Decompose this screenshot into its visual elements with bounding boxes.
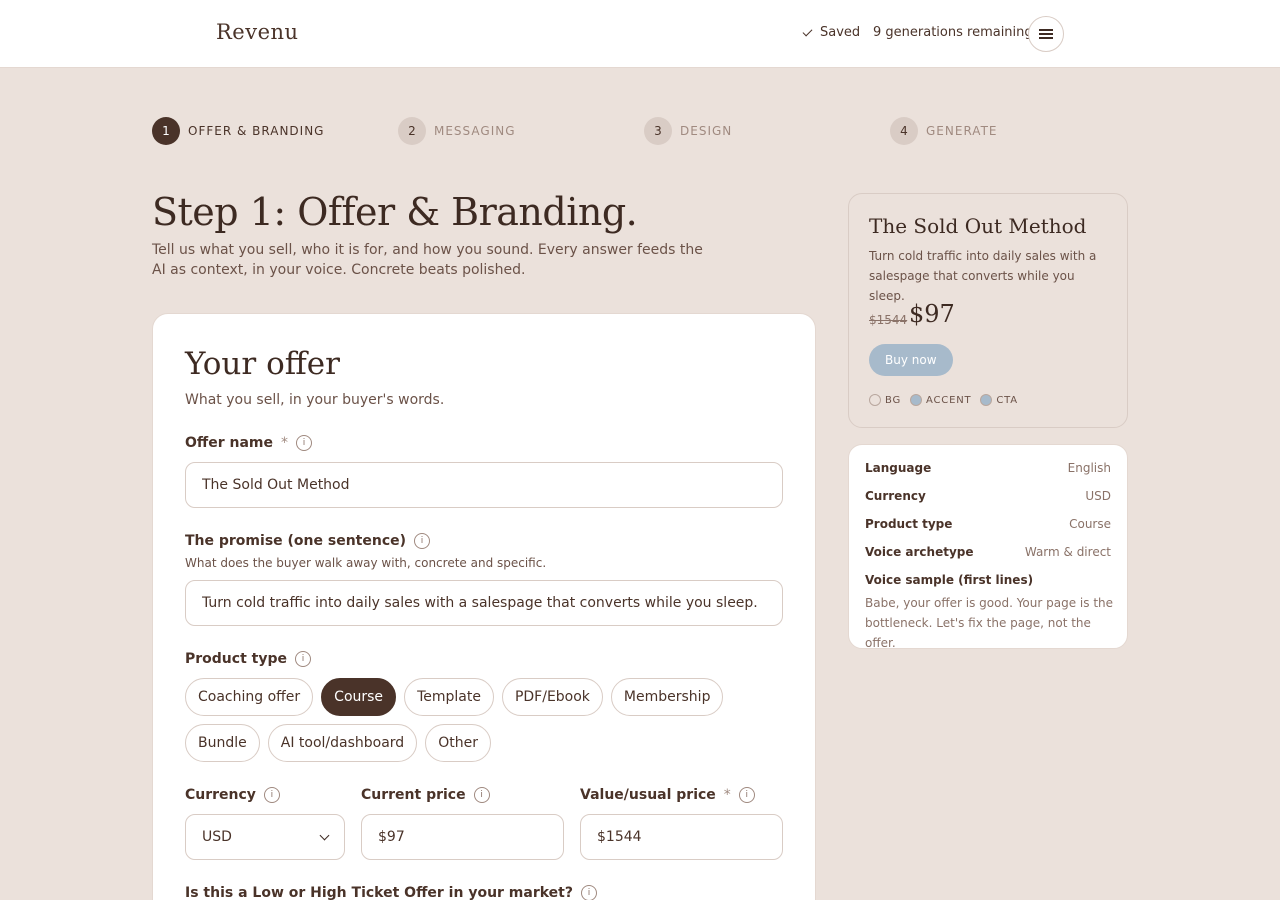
step-number: 3 [644, 117, 672, 145]
label-text: Is this a Low or High Ticket Offer in yo… [185, 885, 573, 900]
swatch-bg[interactable]: BG [869, 394, 901, 406]
info-icon[interactable]: i [414, 533, 431, 549]
chip-course[interactable]: Course [321, 678, 397, 716]
step-design[interactable]: 3 DESIGN [644, 117, 732, 145]
info-icon[interactable]: i [473, 787, 490, 803]
info-icon[interactable]: i [296, 435, 313, 451]
chip-other[interactable]: Other [425, 724, 491, 762]
current-price-input[interactable] [361, 814, 564, 860]
summary-value: USD [1085, 489, 1111, 503]
generations-remaining: 9 generations remaining [873, 25, 1033, 40]
swatch-accent[interactable]: ACCENT [910, 394, 971, 406]
swatch-dot [980, 394, 993, 406]
preview-old-price: $1544 [869, 313, 908, 327]
summary-value: English [1067, 461, 1111, 475]
offer-card-title: Your offer [185, 346, 340, 382]
summary-key: Product type [865, 517, 953, 531]
ticket-level-label: Is this a Low or High Ticket Offer in yo… [185, 885, 597, 900]
offer-summary-card: Language English Currency USD Product ty… [848, 444, 1128, 650]
swatch-label: BG [885, 394, 902, 406]
step-label: OFFER & BRANDING [188, 124, 325, 138]
step-number: 2 [398, 117, 426, 145]
summary-row-language: Language English [865, 461, 1111, 475]
preview-title: The Sold Out Method [869, 214, 1087, 238]
value-price-label: Value/usual price * i [580, 787, 755, 803]
current-price-label: Current price i [361, 787, 490, 803]
offer-name-input[interactable] [185, 462, 783, 508]
summary-value: Course [1069, 517, 1111, 531]
info-icon[interactable]: i [294, 651, 311, 667]
currency-label: Currency i [185, 787, 280, 803]
page-lead: Tell us what you sell, who it is for, an… [152, 242, 703, 278]
info-icon[interactable]: i [581, 885, 597, 900]
product-type-options: Coaching offer Course Template PDF/Ebook… [185, 678, 785, 762]
promise-input[interactable] [185, 580, 783, 626]
step-offer-branding[interactable]: 1 OFFER & BRANDING [152, 117, 324, 145]
summary-row-currency: Currency USD [865, 489, 1111, 503]
voice-sample-text: Babe, your offer is good. Your page is t… [865, 596, 1114, 650]
offer-card: Your offer What you sell, in your buyer'… [152, 313, 816, 900]
label-text: Offer name [185, 435, 274, 451]
summary-key: Voice archetype [865, 545, 974, 559]
preview-promise: Turn cold traffic into daily sales with … [869, 249, 1097, 303]
step-messaging[interactable]: 2 MESSAGING [398, 117, 516, 145]
promise-label: The promise (one sentence) i [185, 533, 431, 549]
preview-new-price: $97 [909, 300, 955, 328]
step-label: MESSAGING [434, 124, 516, 138]
saved-label: Saved [820, 25, 861, 40]
summary-key: Currency [865, 489, 926, 503]
swatch-label: CTA [996, 394, 1018, 406]
hamburger-icon [1039, 29, 1053, 39]
currency-value: USD [202, 829, 232, 845]
offer-name-label: Offer name * i [185, 435, 313, 451]
step-generate[interactable]: 4 GENERATE [890, 117, 997, 145]
chip-pdf-ebook[interactable]: PDF/Ebook [501, 678, 603, 716]
top-bar: Revenu Saved 9 generations remaining [0, 0, 1280, 68]
chevron-down-icon [319, 830, 330, 840]
swatch-dot [869, 394, 881, 406]
label-text: Value/usual price [580, 787, 716, 803]
menu-button[interactable] [1028, 16, 1064, 52]
step-label: DESIGN [680, 124, 733, 138]
required-mark: * [723, 787, 731, 803]
currency-select[interactable]: USD [185, 814, 345, 860]
saved-status: Saved [802, 25, 860, 40]
product-type-label: Product type i [185, 651, 311, 667]
summary-key: Language [865, 461, 932, 475]
step-number: 4 [890, 117, 918, 145]
swatch-dot [910, 394, 923, 406]
label-text: The promise (one sentence) [185, 533, 407, 549]
step-number: 1 [152, 117, 180, 145]
offer-card-subtitle: What you sell, in your buyer's words. [185, 392, 445, 408]
label-text: Current price [361, 787, 466, 803]
promise-help: What does the buyer walk away with, conc… [185, 556, 547, 570]
chip-template[interactable]: Template [404, 678, 494, 716]
chip-bundle[interactable]: Bundle [185, 724, 260, 762]
info-icon[interactable]: i [263, 787, 280, 803]
page-title: Step 1: Offer & Branding. [152, 190, 638, 234]
summary-row-product-type: Product type Course [865, 517, 1111, 531]
voice-sample-label: Voice sample (first lines) [865, 573, 1034, 587]
chip-membership[interactable]: Membership [610, 678, 724, 716]
offer-preview-card: The Sold Out Method Turn cold traffic in… [848, 193, 1128, 428]
preview-buy-button[interactable]: Buy now [869, 344, 953, 376]
summary-value: Warm & direct [1024, 545, 1111, 559]
logo[interactable]: Revenu [216, 20, 299, 44]
chip-ai-tool-dashboard[interactable]: AI tool/dashboard [267, 724, 418, 762]
required-mark: * [281, 435, 289, 451]
summary-row-voice-archetype: Voice archetype Warm & direct [865, 545, 1111, 559]
value-price-input[interactable] [580, 814, 783, 860]
step-label: GENERATE [926, 124, 998, 138]
check-icon [802, 27, 813, 38]
label-text: Product type [185, 651, 287, 667]
swatch-label: ACCENT [926, 394, 972, 406]
chip-coaching-offer[interactable]: Coaching offer [185, 678, 314, 716]
label-text: Currency [185, 787, 256, 803]
color-swatches: BG ACCENT CTA [869, 394, 1018, 406]
swatch-cta[interactable]: CTA [980, 394, 1018, 406]
info-icon[interactable]: i [738, 787, 755, 803]
